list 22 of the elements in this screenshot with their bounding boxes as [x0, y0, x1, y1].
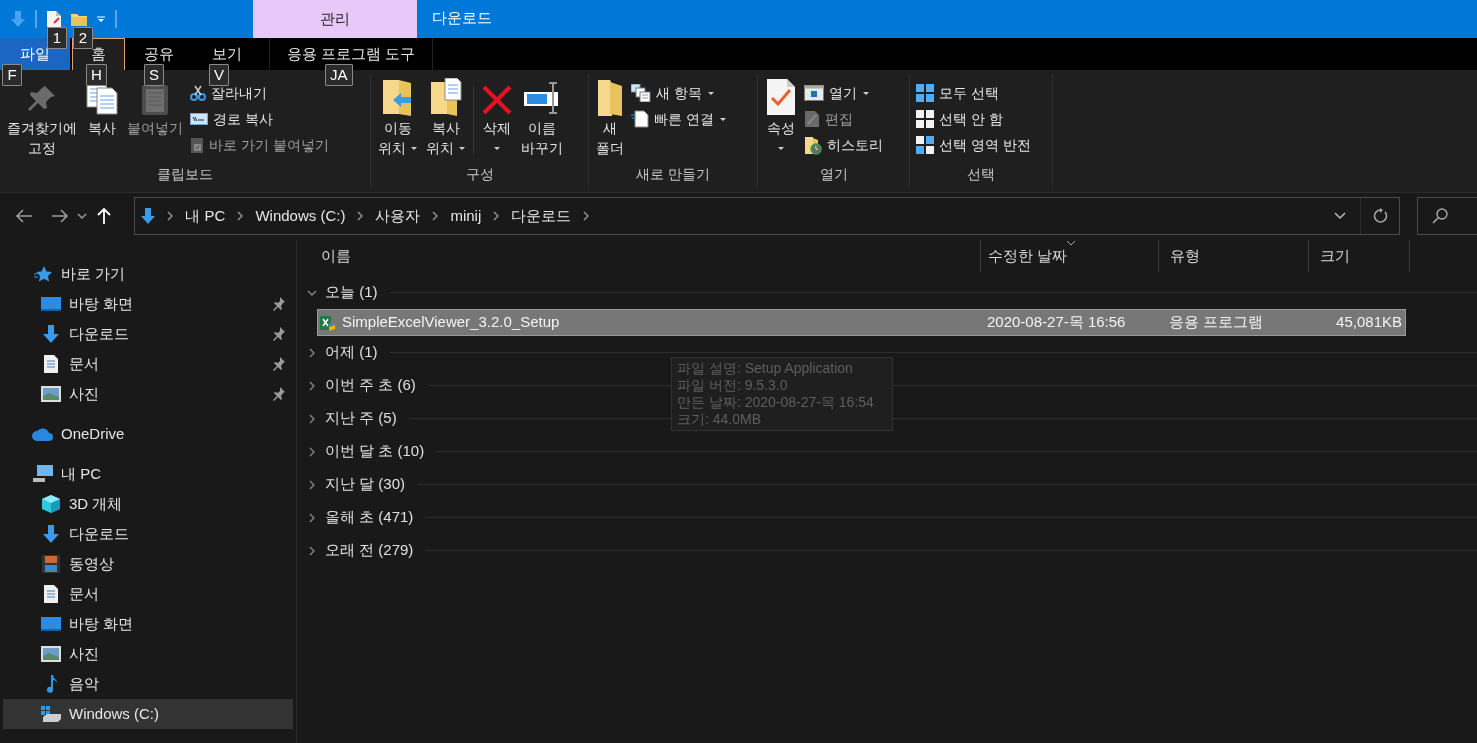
keytip-tooltip: JA	[325, 64, 353, 86]
keytip-tooltip: S	[144, 64, 164, 86]
ribbon-group-label: 클립보드	[156, 165, 214, 184]
ribbon-group-label: 열기	[818, 165, 849, 184]
ribbon-group-label: 새로 만들기	[635, 165, 711, 184]
file-name: SimpleExcelViewer_3.2.0_Setup	[342, 312, 560, 333]
tooltip-line: 파일 버전: 9.5.3.0	[677, 377, 789, 394]
tooltip-line: 만든 날짜: 2020-08-27-목 16:54	[677, 394, 875, 411]
modified-date: 2020-08-27-목 16:56	[986, 312, 1127, 333]
tooltip-line: 파일 설명: Setup Application	[677, 360, 854, 377]
keytip-tooltip: 2	[73, 27, 93, 49]
keytip-tooltip: 1	[47, 27, 67, 49]
ribbon-group-label: 선택	[966, 165, 996, 184]
window-title: 다운로드	[431, 7, 492, 28]
keytip-tooltip: H	[86, 64, 107, 86]
file-type: 응용 프로그램	[1168, 312, 1265, 333]
keytip-tooltip: F	[2, 64, 22, 86]
file-size: 45,081KB	[1335, 312, 1403, 333]
keytip-tooltip: V	[209, 64, 229, 86]
tooltip-line: 크기: 44.0MB	[677, 411, 763, 428]
contextual-tab-group-label: 관리	[253, 0, 417, 38]
ribbon-group-label: 구성	[464, 165, 495, 184]
